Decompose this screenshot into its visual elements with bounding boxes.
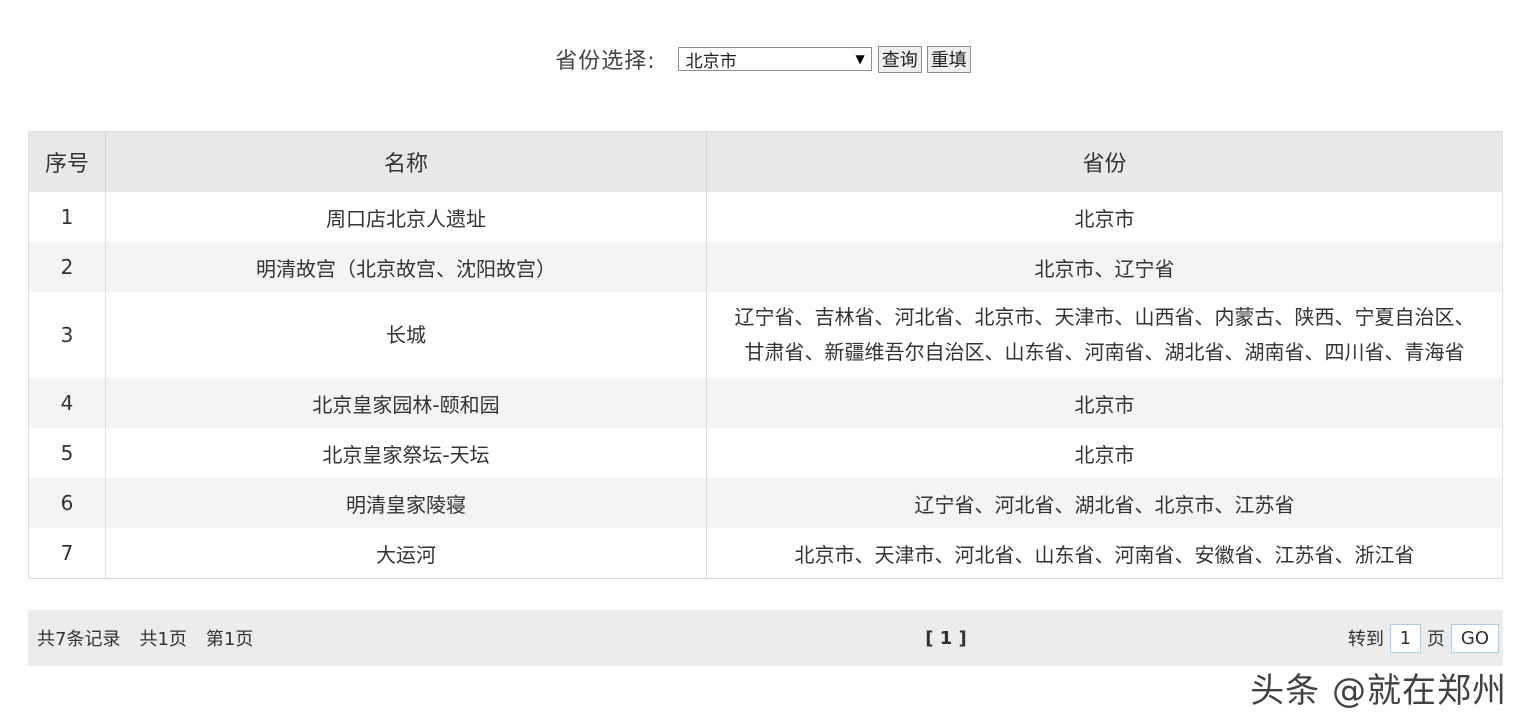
- column-header-name: 名称: [105, 131, 707, 192]
- column-header-index: 序号: [28, 131, 106, 192]
- row-provinces: 北京市、辽宁省: [706, 242, 1503, 292]
- total-pages: 共1页: [139, 629, 187, 650]
- row-provinces-line: 甘肃省、新疆维吾尔自治区、山东省、河南省、湖北省、湖南省、四川省、青海省: [744, 340, 1465, 364]
- page-jump: 转到 1 页 GO: [1347, 623, 1499, 653]
- row-site-name: 长城: [105, 292, 707, 378]
- province-filter-bar: 省份选择: 北京市 ▼ 查询 重填: [0, 42, 1531, 76]
- province-filter-label: 省份选择:: [555, 49, 656, 74]
- row-index: 2: [28, 242, 106, 292]
- row-site-name: 大运河: [105, 528, 707, 579]
- row-index: 7: [28, 528, 106, 579]
- table-row: 2 明清故宫（北京故宫、沈阳故宫） 北京市、辽宁省: [28, 242, 1503, 292]
- province-select[interactable]: 北京市 ▼: [677, 47, 872, 72]
- row-index: 3: [28, 292, 106, 378]
- page-link[interactable]: [ 1 ]: [925, 628, 967, 649]
- table-row: 3 长城 辽宁省、吉林省、河北省、北京市、天津市、山西省、内蒙古、陕西、宁夏自治…: [28, 292, 1503, 378]
- row-provinces: 辽宁省、吉林省、河北省、北京市、天津市、山西省、内蒙古、陕西、宁夏自治区、 甘肃…: [706, 292, 1503, 378]
- row-site-name: 明清故宫（北京故宫、沈阳故宫）: [105, 242, 707, 292]
- watermark: 头条 @就在郑州: [1250, 671, 1507, 711]
- row-site-name: 明清皇家陵寝: [105, 478, 707, 528]
- current-page: 第1页: [205, 629, 254, 650]
- row-provinces-line: 辽宁省、吉林省、河北省、北京市、天津市、山西省、内蒙古、陕西、宁夏自治区、: [734, 305, 1475, 329]
- table-row: 5 北京皇家祭坛-天坛 北京市: [28, 428, 1503, 478]
- goto-page-input[interactable]: 1: [1389, 623, 1421, 653]
- province-select-value: 北京市: [685, 51, 737, 72]
- row-provinces: 北京市: [706, 428, 1503, 478]
- pagination-bar: 共7条记录 共1页 第1页 [ 1 ] 转到 1 页 GO: [28, 610, 1503, 666]
- table-header-row: 序号 名称 省份: [28, 131, 1503, 192]
- table-row: 6 明清皇家陵寝 辽宁省、河北省、湖北省、北京市、江苏省: [28, 478, 1503, 528]
- page-unit-label: 页: [1426, 629, 1445, 650]
- table-row: 1 周口店北京人遗址 北京市: [28, 192, 1503, 242]
- go-button[interactable]: GO: [1450, 623, 1499, 653]
- total-records: 共7条记录: [37, 629, 121, 650]
- row-index: 5: [28, 428, 106, 478]
- row-provinces: 辽宁省、河北省、湖北省、北京市、江苏省: [706, 478, 1503, 528]
- row-site-name: 周口店北京人遗址: [105, 192, 707, 242]
- row-provinces: 北京市、天津市、河北省、山东省、河南省、安徽省、江苏省、浙江省: [706, 528, 1503, 579]
- row-index: 4: [28, 378, 106, 428]
- row-index: 6: [28, 478, 106, 528]
- row-site-name: 北京皇家祭坛-天坛: [105, 428, 707, 478]
- heritage-sites-table: 序号 名称 省份 1 周口店北京人遗址 北京市 2 明清故宫（北京故宫、沈阳故宫…: [28, 131, 1503, 579]
- reset-button[interactable]: 重填: [926, 45, 971, 73]
- row-index: 1: [28, 192, 106, 242]
- pagination-summary: 共7条记录 共1页 第1页: [37, 625, 272, 651]
- row-provinces: 北京市: [706, 192, 1503, 242]
- table-row: 4 北京皇家园林-颐和园 北京市: [28, 378, 1503, 428]
- table-row: 7 大运河 北京市、天津市、河北省、山东省、河南省、安徽省、江苏省、浙江省: [28, 528, 1503, 579]
- goto-label: 转到: [1347, 629, 1384, 650]
- row-provinces: 北京市: [706, 378, 1503, 428]
- query-button[interactable]: 查询: [877, 45, 922, 73]
- column-header-province: 省份: [706, 131, 1503, 192]
- chevron-down-icon: ▼: [855, 52, 865, 66]
- row-site-name: 北京皇家园林-颐和园: [105, 378, 707, 428]
